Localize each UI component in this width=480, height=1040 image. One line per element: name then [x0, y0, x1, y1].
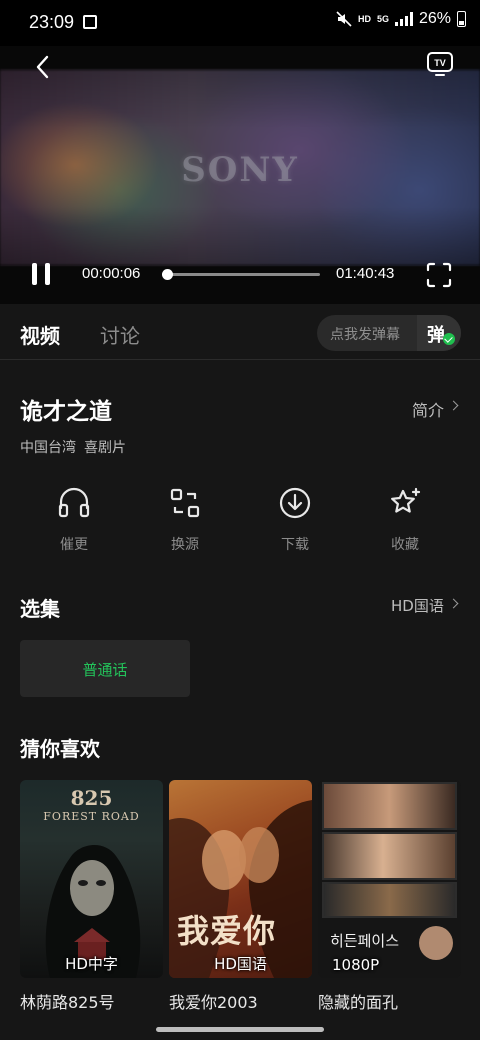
action-label: 收藏 [391, 537, 419, 553]
poster-text: 我爱你 [177, 912, 277, 950]
episode-language-label: HD国语 [391, 597, 444, 615]
status-bar: 23:09 HD 5G 26% [0, 0, 480, 46]
poster-text: 825 [70, 786, 113, 810]
switch-source-button[interactable]: 换源 [147, 486, 223, 554]
recommend-title: 隐藏的面孔 [318, 993, 399, 1012]
battery-icon [457, 11, 466, 27]
recommend-title: 我爱你2003 [169, 993, 258, 1012]
urge-update-button[interactable]: 催更 [36, 486, 112, 554]
switch-source-icon [170, 488, 200, 518]
chevron-right-icon [448, 400, 459, 411]
video-brand-logo: SONY [181, 150, 299, 190]
video-player[interactable]: SONY TV 00:00:06 01:40:43 [0, 46, 480, 304]
show-region: 中国台湾 [20, 440, 76, 456]
episode-item[interactable]: 普通话 [20, 640, 190, 697]
mute-icon [336, 11, 352, 27]
svg-text:TV: TV [434, 58, 446, 68]
movie-poster: 히든페이스 1080P [318, 780, 461, 978]
fullscreen-icon[interactable] [426, 262, 452, 288]
network-type-label: 5G [376, 13, 389, 24]
recommend-title: 林荫路825号 [20, 993, 115, 1012]
show-title: 诡才之道 [20, 399, 112, 425]
progress-slider[interactable] [162, 269, 320, 280]
action-label: 下载 [281, 537, 309, 553]
star-icon [391, 487, 421, 513]
current-time: 00:00:06 [82, 265, 141, 282]
danmu-toggle-button[interactable]: 弹 [417, 315, 461, 351]
total-time: 01:40:43 [336, 265, 395, 282]
status-icons: HD 5G 26% [336, 10, 466, 28]
show-genre: 喜剧片 [84, 440, 126, 456]
danmu-input[interactable]: 点我发弹幕 [330, 324, 400, 344]
status-time: 23:09 [29, 12, 75, 32]
recommend-card[interactable]: 我爱你 HD国语 我爱你2003 [169, 780, 312, 1013]
tab-video[interactable]: 视频 [20, 320, 60, 349]
hd-label: HD [357, 13, 371, 24]
episode-label: 普通话 [82, 661, 128, 679]
poster-text: FOREST ROAD [43, 810, 140, 823]
gallery-notification-icon [83, 15, 97, 29]
check-icon [443, 333, 455, 345]
signal-icon [394, 12, 413, 26]
pause-button[interactable] [28, 260, 56, 288]
danmu-bar: 点我发弹幕 弹 [317, 315, 461, 351]
quality-badge: HD中字 [65, 955, 118, 973]
episodes-section-title: 选集 [20, 597, 60, 621]
show-meta: 中国台湾 喜剧片 [20, 437, 134, 457]
cast-tv-icon[interactable]: TV [426, 49, 454, 79]
quality-badge: 1080P [332, 956, 380, 974]
recommend-section-title: 猜你喜欢 [20, 737, 100, 761]
intro-link-label: 简介 [412, 401, 445, 420]
action-label: 换源 [171, 537, 199, 553]
download-icon [279, 487, 311, 519]
recommend-card[interactable]: 825 FOREST ROAD HD中字 林荫路825号 [20, 780, 163, 1013]
battery-percent: 26% [418, 10, 451, 27]
quality-badge: HD国语 [214, 955, 267, 973]
chevron-right-icon [448, 598, 459, 609]
headphones-icon [58, 487, 90, 518]
tab-discussion[interactable]: 讨论 [100, 320, 140, 349]
recommend-card[interactable]: 히든페이스 1080P 隐藏的面孔 [318, 780, 461, 1013]
home-indicator[interactable] [156, 1027, 324, 1032]
action-label: 催更 [60, 537, 88, 553]
download-button[interactable]: 下载 [257, 486, 333, 554]
danmu-toggle-label: 弹 [427, 325, 445, 346]
favorite-button[interactable]: 收藏 [367, 486, 443, 554]
content-tabs: 视频 讨论 点我发弹幕 弹 [0, 304, 480, 360]
movie-poster: 825 FOREST ROAD HD中字 [20, 780, 163, 978]
progress-thumb[interactable] [162, 269, 173, 280]
poster-text: 히든페이스 [330, 932, 400, 950]
back-arrow-icon[interactable] [28, 52, 58, 82]
movie-poster: 我爱你 HD国语 [169, 780, 312, 978]
